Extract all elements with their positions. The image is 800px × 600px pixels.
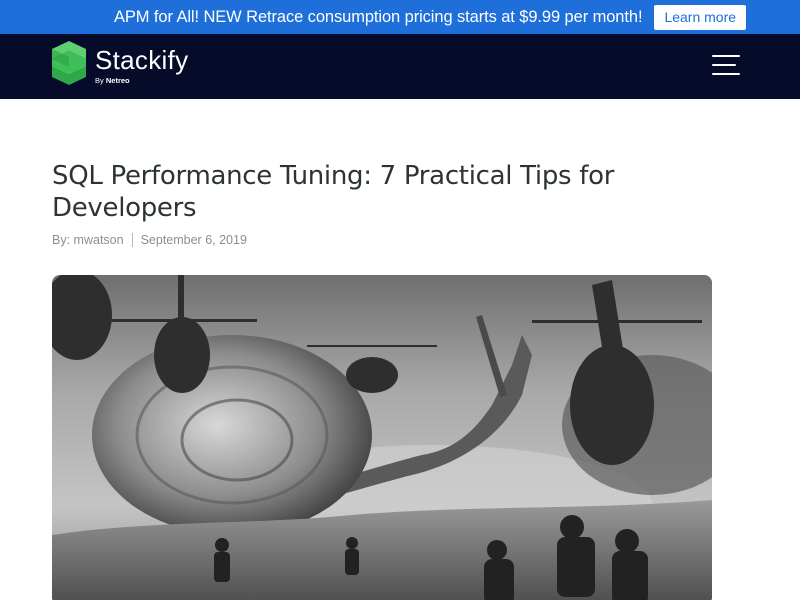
author-prefix: By: [52, 233, 71, 247]
site-header: Stackify By Netreo [0, 34, 800, 99]
learn-more-button[interactable]: Learn more [654, 4, 747, 30]
menu-line [712, 64, 736, 66]
meta-divider [131, 233, 133, 247]
logo-text: Stackify By Netreo [95, 41, 188, 85]
article-meta: By: mwatson September 6, 2019 [52, 233, 247, 247]
author-link[interactable]: mwatson [74, 233, 124, 247]
logo-company: Netreo [105, 76, 130, 85]
stackify-logo-icon [52, 41, 86, 85]
menu-line [712, 73, 740, 75]
hero-illustration [52, 275, 712, 600]
logo-wordmark: Stackify [95, 45, 189, 75]
logo-byline: By Netreo [95, 76, 130, 85]
hamburger-menu-icon[interactable] [712, 55, 740, 75]
logo-by: By [95, 76, 104, 85]
promo-banner: APM for All! NEW Retrace consumption pri… [0, 0, 800, 34]
stackify-logo[interactable]: Stackify By Netreo [52, 39, 202, 87]
hero-image [52, 275, 712, 600]
menu-line [712, 55, 740, 57]
publish-date: September 6, 2019 [140, 233, 247, 247]
article-title: SQL Performance Tuning: 7 Practical Tips… [52, 161, 615, 223]
promo-text: APM for All! NEW Retrace consumption pri… [113, 7, 643, 26]
